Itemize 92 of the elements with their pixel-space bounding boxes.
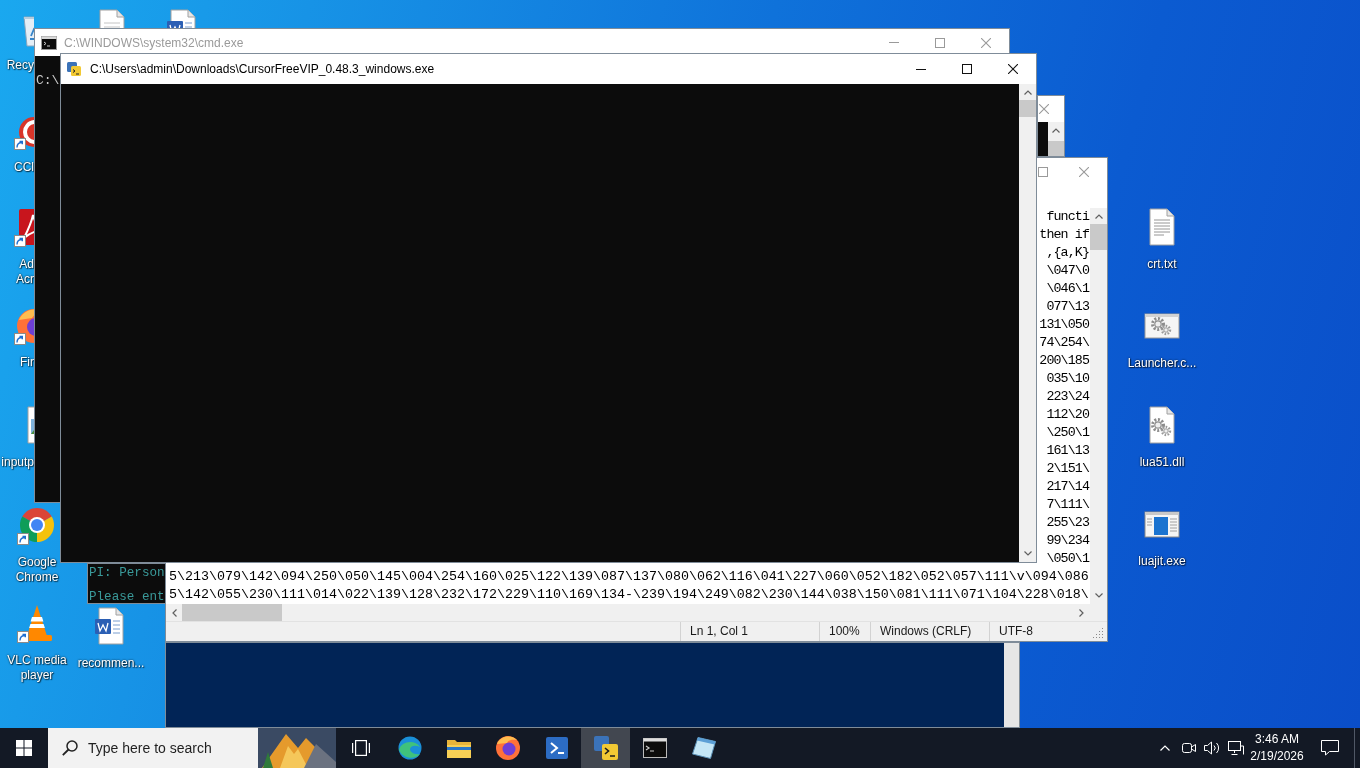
console-icon — [642, 738, 667, 758]
desktop-icon-label: CCl — [14, 160, 34, 175]
desktop-icon-label: VLC media player — [6, 653, 68, 683]
chevron-up-icon — [1160, 745, 1170, 751]
chevron-right-icon[interactable] — [1079, 608, 1084, 617]
chevron-up-icon[interactable] — [1023, 90, 1032, 95]
search-icon — [62, 740, 78, 756]
console-line: Please ent — [89, 589, 165, 603]
chevron-left-icon[interactable] — [172, 608, 177, 617]
close-icon — [981, 37, 991, 48]
text-line: \046\1 — [1046, 280, 1089, 298]
scroll-thumb[interactable] — [182, 604, 282, 621]
status-bar-item: Windows (CRLF) — [870, 622, 989, 641]
chevron-up-icon[interactable] — [1094, 214, 1103, 219]
status-bar-item: Ln 1, Col 1 — [680, 622, 819, 641]
vertical-scrollbar[interactable] — [1090, 208, 1107, 604]
maximize-icon — [1038, 167, 1048, 177]
terminal-prompt-icon — [545, 737, 568, 759]
console-line: C:\ — [36, 73, 60, 89]
text-line: ,{a,K} — [1046, 244, 1089, 262]
search-field[interactable]: Type here to search — [88, 737, 258, 759]
desktop-icon-label: crt.txt — [1147, 257, 1177, 272]
resize-grip-icon[interactable] — [1093, 627, 1104, 638]
desktop-icon-label: Fir — [20, 355, 34, 370]
chevron-down-icon[interactable] — [1023, 551, 1032, 556]
window-title: C:\WINDOWS\system32\cmd.exe — [64, 35, 244, 50]
close-icon — [1008, 64, 1018, 74]
status-bar-item: UTF-8 — [989, 622, 1090, 641]
script-app-icon — [66, 61, 82, 77]
text-line: 2\151\ — [1046, 460, 1089, 478]
text-line: 077\13 — [1046, 298, 1089, 316]
text-line: 161\13 — [1046, 442, 1089, 460]
desktop-icon-label: inputp — [1, 455, 34, 470]
vertical-scrollbar[interactable] — [1048, 122, 1064, 156]
wave-circle-icon — [397, 736, 422, 760]
scroll-thumb[interactable] — [1090, 224, 1107, 250]
notepad-icon — [691, 737, 716, 759]
text-line: \050\1 — [1046, 550, 1089, 568]
text-line: 112\20 — [1046, 406, 1089, 424]
text-line: 200\185 — [1039, 352, 1089, 370]
text-line: 131\050 — [1039, 316, 1089, 334]
desktop-icon-label: Google Chrome — [14, 555, 60, 585]
text-line: 255\23 — [1046, 514, 1089, 532]
video-camera-icon — [1181, 742, 1196, 754]
network-monitor-icon — [1228, 741, 1244, 755]
scroll-thumb[interactable] — [1019, 100, 1036, 117]
minimize-icon — [916, 68, 926, 70]
close-icon — [1039, 104, 1049, 114]
close-icon — [1079, 167, 1089, 177]
maximize-icon — [962, 64, 972, 74]
text-line: 5\213\079\142\094\250\050\145\004\254\160\025\122\139\087\137\080\062\116\041\227\060\052\182\052\057\111\v\094\086 — [169, 568, 1089, 586]
console-line: PI: Person — [89, 565, 165, 581]
vertical-scrollbar[interactable] — [1019, 84, 1036, 562]
desktop-icon-label: luajit.exe — [1138, 554, 1186, 569]
task-view-icon — [351, 740, 370, 756]
text-line: functi — [1046, 208, 1089, 226]
desktop-icon-label: lua51.dll — [1139, 455, 1185, 470]
clock[interactable]: 3:46 AM 2/19/2026 — [1248, 728, 1306, 768]
text-line: 035\10 — [1046, 370, 1089, 388]
folder-icon — [446, 738, 471, 758]
console-icon — [41, 34, 57, 51]
desktop-icon-label: Launcher.c... — [1127, 356, 1197, 371]
pinwheel-circle-icon[interactable] — [17, 505, 57, 545]
search-box[interactable]: Type here to search — [48, 728, 336, 768]
script-app-icon — [593, 736, 618, 760]
text-line: \047\0 — [1046, 262, 1089, 280]
desktop-icon-label: Recy — [6, 58, 34, 73]
desktop-icon-label: Ad Acr — [15, 257, 34, 287]
text-line: 217\14 — [1046, 478, 1089, 496]
speech-bubble-icon — [1321, 740, 1339, 756]
desktop-icon-label: recommen... — [77, 656, 145, 671]
text-line: 74\254\ — [1039, 334, 1089, 352]
text-line: 223\24 — [1046, 388, 1089, 406]
mountain-landscape-icon — [258, 728, 336, 768]
text-line: 99\234 — [1046, 532, 1089, 550]
status-bar-item: 100% — [819, 622, 870, 641]
vertical-scrollbar[interactable] — [1004, 643, 1019, 727]
minimize-icon — [889, 42, 899, 43]
taskbar-button[interactable] — [581, 728, 630, 768]
window-panes-icon — [16, 740, 32, 756]
chevron-up-icon[interactable] — [1052, 128, 1060, 133]
text-line: then if — [1039, 226, 1089, 244]
text-line: \250\1 — [1046, 424, 1089, 442]
window-title: C:\Users\admin\Downloads\CursorFreeVIP_0.48.3_windows.exe — [90, 62, 435, 76]
flame-globe-icon — [495, 736, 520, 760]
speaker-icon — [1204, 741, 1220, 755]
horizontal-scrollbar[interactable] — [166, 604, 1090, 621]
text-line: 7\111\ — [1046, 496, 1089, 514]
scroll-thumb[interactable] — [1048, 141, 1064, 156]
maximize-icon — [935, 37, 945, 48]
chevron-down-icon[interactable] — [1094, 593, 1103, 598]
text-line: 5\142\055\230\111\014\022\139\128\232\172\229\110\169\134-\239\194\249\082\230\144\038\150\081\111\071\104\228\018\ — [169, 586, 1089, 604]
